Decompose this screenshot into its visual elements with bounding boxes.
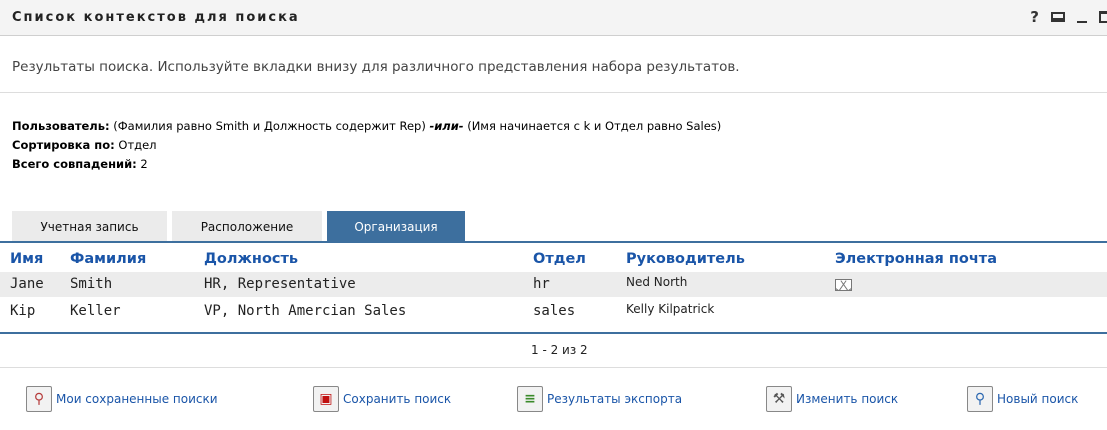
panel-header: Список контекстов для поиска ? [0,0,1107,36]
cell-first-name: Jane [10,276,44,292]
table-row[interactable]: Kip Keller VP, North Amercian Sales sale… [0,299,1107,324]
panel-title: Список контекстов для поиска [12,10,300,25]
col-header-department[interactable]: Отдел [533,251,586,267]
pagination-text: 1 - 2 из 2 [531,343,588,357]
tab-organization-label: Организация [354,219,438,234]
export-results-button[interactable]: ≡ Результаты экспорта [517,383,682,415]
panel-controls: ? [1018,6,1107,28]
cell-title: VP, North Amercian Sales [204,303,407,319]
col-header-first-name[interactable]: Имя [10,251,43,267]
divider [0,92,1107,93]
criteria-user: Пользователь: (Фамилия равно Smith и Дол… [12,119,721,133]
saved-searches-button[interactable]: ⚲ Мои сохраненные поиски [26,383,218,415]
criteria-user-label: Пользователь: [12,119,110,133]
export-results-label: Результаты экспорта [547,392,683,406]
criteria-or: -или- [429,119,464,133]
minimize-icon[interactable] [1077,21,1087,23]
cell-manager[interactable]: Ned North [626,275,687,289]
edit-search-icon: ⚒ [766,386,792,412]
col-header-last-name[interactable]: Фамилия [70,251,146,267]
result-tabs: Учетная запись Расположение Организация [12,211,470,242]
mail-icon[interactable] [835,279,852,291]
col-header-title[interactable]: Должность [204,251,298,267]
divider [0,367,1107,368]
new-search-label: Новый поиск [997,392,1079,406]
tab-underline [0,241,1107,243]
cell-manager[interactable]: Kelly Kilpatrick [626,302,714,316]
action-bar: ⚲ Мои сохраненные поиски ▣ Сохранить пои… [0,383,1107,415]
print-icon[interactable] [1051,12,1065,22]
tab-account[interactable]: Учетная запись [12,211,167,242]
tab-location[interactable]: Расположение [172,211,322,242]
new-search-icon: ⚲ [967,386,993,412]
edit-search-button[interactable]: ⚒ Изменить поиск [766,383,898,415]
criteria-user-part1: (Фамилия равно Smith и Должность содержи… [113,119,426,133]
criteria-user-part2: (Имя начинается с k и Отдел равно Sales) [467,119,722,133]
col-header-email[interactable]: Электронная почта [835,251,997,267]
cell-department: hr [533,276,550,292]
cell-title: HR, Representative [204,276,356,292]
save-icon: ▣ [313,386,339,412]
new-search-button[interactable]: ⚲ Новый поиск [967,383,1078,415]
cell-last-name: Keller [70,303,121,319]
export-icon: ≡ [517,386,543,412]
criteria-sort: Сортировка по: Отдел [12,138,157,152]
tab-organization[interactable]: Организация [327,211,465,242]
results-description: Результаты поиска. Используйте вкладки в… [12,59,740,75]
help-icon[interactable]: ? [1030,8,1039,26]
edit-search-label: Изменить поиск [796,392,899,406]
criteria-sort-label: Сортировка по: [12,138,115,152]
saved-searches-label: Мои сохраненные поиски [56,392,218,406]
cell-first-name: Kip [10,303,36,319]
criteria-total-value: 2 [140,157,148,171]
tab-account-label: Учетная запись [40,219,139,234]
table-bottom-line [0,332,1107,334]
col-header-manager[interactable]: Руководитель [626,251,745,267]
criteria-total-label: Всего совпадений: [12,157,137,171]
saved-searches-icon: ⚲ [26,386,52,412]
save-search-label: Сохранить поиск [343,392,452,406]
criteria-sort-value: Отдел [118,138,157,152]
table-row[interactable]: Jane Smith HR, Representative hr Ned Nor… [0,272,1107,297]
cell-last-name: Smith [70,276,113,292]
criteria-total: Всего совпадений: 2 [12,157,148,171]
maximize-icon[interactable] [1099,11,1107,23]
tab-location-label: Расположение [200,219,294,234]
cell-department: sales [533,303,576,319]
save-search-button[interactable]: ▣ Сохранить поиск [313,383,451,415]
